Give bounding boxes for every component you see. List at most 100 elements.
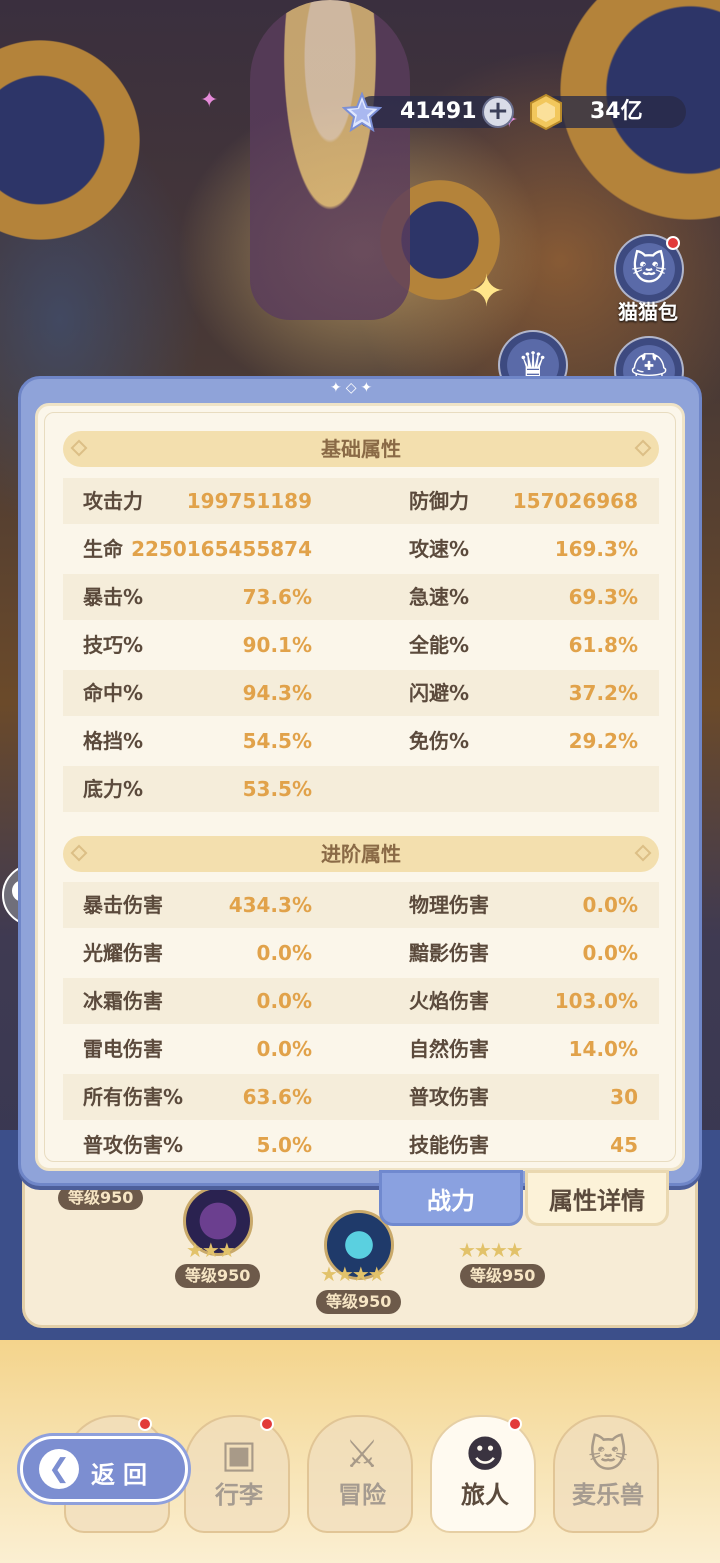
luggage-icon: ▣ [221, 1432, 257, 1476]
crossed-swords-icon: ⚔ [344, 1432, 380, 1476]
back-button[interactable]: ❮ 返回 [20, 1436, 188, 1502]
nav-label: 行李 [215, 1481, 263, 1509]
attribute-label: 格挡% [83, 729, 144, 753]
panel-ornament-icon: ✦◇✦ [330, 380, 377, 396]
attribute-value: 0.0% [582, 893, 638, 917]
nav-label: 旅人 [461, 1481, 509, 1509]
attribute-row: 冰霜伤害 0.0% 火焰伤害 103.0% [63, 978, 659, 1024]
notification-dot [666, 236, 680, 250]
star-currency-pill: 41491 + [342, 92, 514, 132]
attribute-label: 普攻伤害 [409, 1085, 489, 1109]
attribute-value: 434.3% [228, 893, 312, 917]
attribute-row: 雷电伤害 0.0% 自然伤害 14.0% [63, 1026, 659, 1072]
attribute-row: 普攻伤害% 5.0% 技能伤害 45 [63, 1122, 659, 1168]
attribute-value: 37.2% [568, 681, 638, 705]
sparkle-icon: ✦ [468, 266, 505, 317]
tab-power[interactable]: 战力 [379, 1170, 523, 1226]
attribute-value: 54.5% [242, 729, 312, 753]
nav-label: 冒险 [338, 1481, 386, 1509]
gold-currency-value: 34亿 [590, 99, 643, 124]
gold-currency-pill: 34亿 [530, 93, 686, 131]
nav-item-pets[interactable]: 🐱 麦乐兽 [553, 1415, 659, 1533]
tab-attribute-details[interactable]: 属性详情 [525, 1170, 669, 1226]
attribute-label: 暴击% [83, 585, 144, 609]
attribute-value: 0.0% [582, 941, 638, 965]
attribute-value: 169.3% [554, 537, 638, 561]
attribute-row: 暴击伤害 434.3% 物理伤害 0.0% [63, 882, 659, 928]
nav-item-adventure[interactable]: ⚔ 冒险 [307, 1415, 413, 1533]
diamond-ornament-icon [70, 844, 88, 862]
attribute-label: 物理伤害 [409, 893, 489, 917]
nav-item-traveler[interactable]: ☻ 旅人 [430, 1415, 536, 1533]
attribute-label: 技能伤害 [409, 1133, 489, 1157]
attribute-row: 生命 2250165455874 攻速% 169.3% [63, 526, 659, 572]
nav-item-luggage[interactable]: ▣ 行李 [184, 1415, 290, 1533]
attribute-value: 94.3% [242, 681, 312, 705]
diamond-ornament-icon [70, 439, 88, 457]
plus-icon: + [487, 96, 509, 126]
notification-dot [508, 1417, 522, 1431]
attribute-value: 53.5% [242, 777, 312, 801]
level-badge: 等级950 [175, 1264, 261, 1288]
level-badge: 等级950 [316, 1290, 402, 1314]
advanced-attributes-header: 进阶属性 [63, 836, 659, 872]
notification-dot [260, 1417, 274, 1431]
attribute-value: 0.0% [256, 989, 312, 1013]
hero-stars: ★★★ [186, 1238, 236, 1262]
attribute-value: 30 [610, 1085, 638, 1109]
attribute-value: 63.6% [242, 1085, 312, 1109]
attribute-label: 所有伤害% [83, 1085, 184, 1109]
basic-attributes-header: 基础属性 [63, 431, 659, 467]
attribute-label: 全能% [409, 633, 470, 657]
attribute-row: 光耀伤害 0.0% 黯影伤害 0.0% [63, 930, 659, 976]
back-arrow-icon: ❮ [39, 1449, 79, 1489]
attribute-value: 0.0% [256, 1037, 312, 1061]
attribute-list[interactable]: 基础属性 攻击力 199751189 防御力 157026968 生命 2250… [35, 403, 685, 1171]
diamond-ornament-icon [634, 844, 652, 862]
attribute-row: 暴击% 73.6% 急速% 69.3% [63, 574, 659, 620]
cat-bag-icon: 🐱 [631, 249, 667, 289]
attribute-value: 45 [610, 1133, 638, 1157]
attribute-label: 底力% [83, 777, 144, 801]
level-badge: 等级950 [58, 1186, 144, 1210]
attribute-value: 2250165455874 [131, 537, 312, 561]
notification-dot [138, 1417, 152, 1431]
cat-bag-label: 猫猫包 [618, 300, 678, 324]
attribute-row: 命中% 94.3% 闪避% 37.2% [63, 670, 659, 716]
attribute-label: 光耀伤害 [83, 941, 163, 965]
gold-coin-icon [530, 93, 562, 131]
attribute-label: 火焰伤害 [409, 989, 489, 1013]
add-currency-button[interactable]: + [482, 96, 514, 128]
character-portrait[interactable] [250, 0, 410, 320]
attribute-label: 命中% [83, 681, 144, 705]
attribute-row: 底力% 53.5% [63, 766, 659, 812]
back-button-label: 返回 [91, 1461, 155, 1489]
star-currency-value: 41491 [400, 99, 477, 124]
attribute-label: 自然伤害 [409, 1037, 489, 1061]
attribute-value: 61.8% [568, 633, 638, 657]
traveler-avatar-icon: ☻ [465, 1432, 505, 1476]
attribute-row: 技巧% 90.1% 全能% 61.8% [63, 622, 659, 668]
crystal-star-icon [342, 92, 382, 132]
attribute-label: 冰霜伤害 [83, 989, 163, 1013]
attribute-label: 急速% [409, 585, 470, 609]
attribute-label: 黯影伤害 [409, 941, 489, 965]
attribute-label: 攻速% [409, 537, 470, 561]
cat-icon: 🐱 [588, 1432, 628, 1476]
sparkle-icon: ✦ [200, 88, 219, 113]
attribute-label: 技巧% [83, 633, 144, 657]
attribute-row: 攻击力 199751189 防御力 157026968 [63, 478, 659, 524]
attribute-row: 格挡% 54.5% 免伤% 29.2% [63, 718, 659, 764]
attribute-value: 73.6% [242, 585, 312, 609]
attribute-value: 199751189 [186, 489, 312, 513]
attribute-value: 14.0% [568, 1037, 638, 1061]
attribute-label: 免伤% [409, 729, 470, 753]
attribute-row: 所有伤害% 63.6% 普攻伤害 30 [63, 1074, 659, 1120]
level-badge: 等级950 [460, 1264, 546, 1288]
attribute-label: 雷电伤害 [83, 1037, 163, 1061]
basic-attributes-title: 基础属性 [321, 437, 401, 461]
hero-stars: ★★★★ [458, 1238, 524, 1262]
nav-label: 麦乐兽 [572, 1481, 644, 1509]
attribute-value: 5.0% [256, 1133, 312, 1157]
attribute-value: 29.2% [568, 729, 638, 753]
